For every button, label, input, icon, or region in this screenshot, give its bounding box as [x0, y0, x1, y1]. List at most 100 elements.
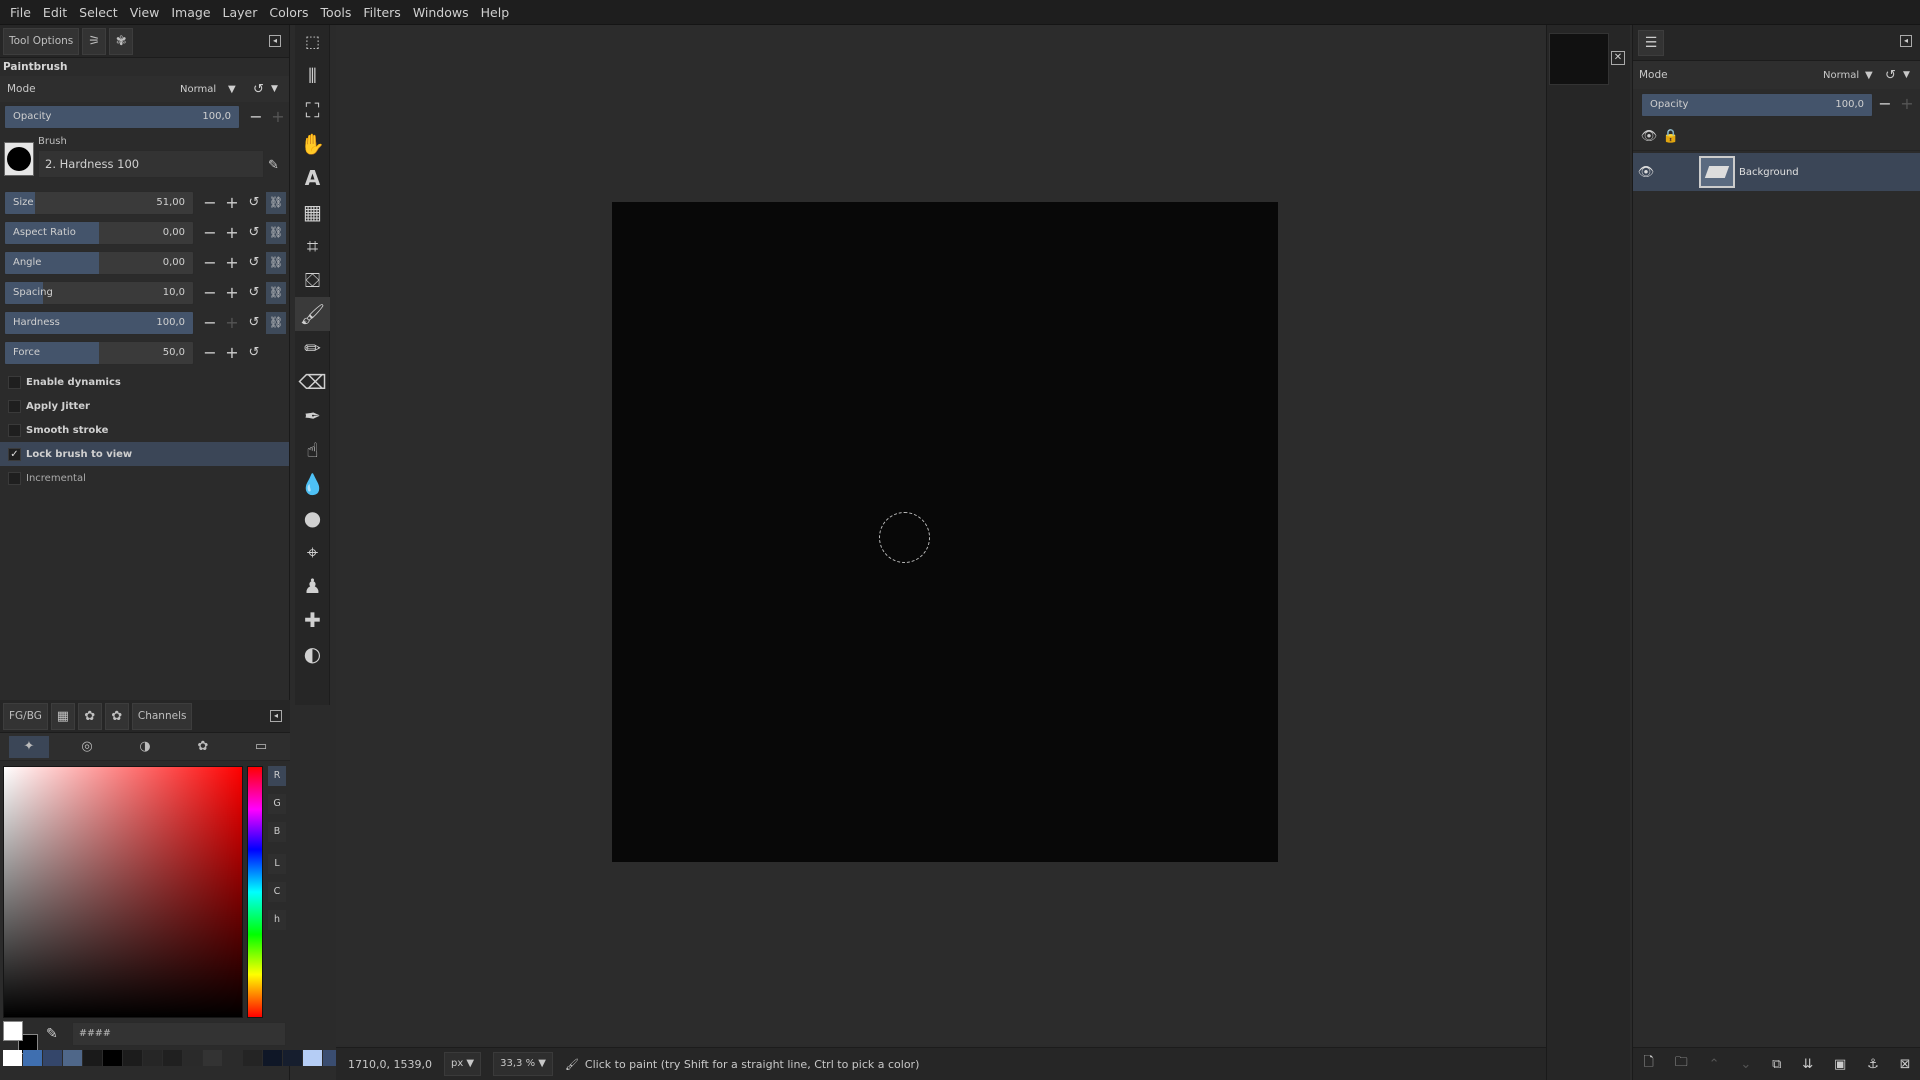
channel-B-button[interactable]: B: [268, 822, 286, 842]
levels-icon[interactable]: ◐: [295, 637, 330, 671]
brush-preview[interactable]: [4, 142, 34, 176]
option-apply-jitter[interactable]: Apply Jitter: [0, 394, 289, 418]
reset-icon[interactable]: ↺: [244, 282, 264, 304]
palette-swatch[interactable]: [103, 1050, 122, 1066]
opacity-slider[interactable]: Opacity 100,0: [4, 105, 240, 129]
tab-channels[interactable]: Channels: [131, 702, 193, 730]
airbrush-icon[interactable]: ✒: [295, 399, 330, 433]
palette-swatch[interactable]: [283, 1050, 302, 1066]
lock-icon[interactable]: 🔒: [1660, 129, 1682, 144]
cmyk-selector-icon[interactable]: ◎: [67, 736, 107, 758]
reset-icon[interactable]: ↺: [244, 192, 264, 214]
channel-R-button[interactable]: R: [268, 766, 286, 786]
pencil-icon[interactable]: ✏: [295, 331, 330, 365]
layer-row[interactable]: 👁 Background: [1633, 153, 1920, 191]
palette-swatch[interactable]: [223, 1050, 242, 1066]
gradient-icon[interactable]: ▦: [295, 195, 330, 229]
reset-icon[interactable]: ↺: [244, 252, 264, 274]
align-icon[interactable]: ⫴: [295, 59, 330, 93]
menu-help[interactable]: Help: [475, 0, 516, 25]
size-slider[interactable]: Size 51,00: [4, 191, 194, 215]
devices-tab-icon[interactable]: ⚞: [82, 27, 107, 55]
reset-icon[interactable]: ↺: [1885, 68, 1896, 83]
scales-selector-icon[interactable]: ▭: [241, 736, 281, 758]
brush-tab-icon[interactable]: ✿: [77, 702, 102, 730]
palette-swatch[interactable]: [303, 1050, 322, 1066]
palette-swatch[interactable]: [163, 1050, 182, 1066]
menu-select[interactable]: Select: [73, 0, 124, 25]
opacity-decrease-button[interactable]: −: [1875, 93, 1895, 115]
increase-button[interactable]: +: [222, 282, 242, 304]
channel-L-button[interactable]: L: [268, 854, 286, 874]
color-picker-icon[interactable]: ✎: [46, 1026, 58, 1042]
warp-transform-icon[interactable]: ✋: [295, 127, 330, 161]
checkbox[interactable]: [8, 423, 21, 437]
chevron-down-icon[interactable]: ▼: [271, 84, 278, 94]
dock-menu-icon[interactable]: ◂: [1900, 35, 1912, 47]
eye-icon[interactable]: 👁: [1638, 129, 1660, 144]
saturation-value-square[interactable]: [3, 766, 243, 1018]
reset-icon[interactable]: ↺: [253, 82, 264, 97]
layer-mode-select[interactable]: Normal: [1823, 70, 1859, 81]
increase-button[interactable]: +: [222, 252, 242, 274]
palette-swatch[interactable]: [243, 1050, 262, 1066]
eye-icon[interactable]: 👁: [1633, 165, 1659, 180]
rect-select-icon[interactable]: ⬚: [295, 25, 330, 59]
edit-brush-icon[interactable]: ✎: [268, 158, 279, 173]
gimp-selector-icon[interactable]: ✦: [9, 735, 49, 758]
add-mask-icon[interactable]: ▣: [1834, 1057, 1846, 1072]
increase-button[interactable]: +: [222, 222, 242, 244]
channel-C-button[interactable]: C: [268, 882, 286, 902]
eraser-icon[interactable]: ⌫: [295, 365, 330, 399]
reset-icon[interactable]: ↺: [244, 312, 264, 334]
palette-tab-icon[interactable]: ▦: [50, 702, 75, 730]
increase-button[interactable]: +: [222, 312, 242, 334]
dock-menu-icon[interactable]: ◂: [270, 710, 282, 722]
option-smooth-stroke[interactable]: Smooth stroke: [0, 418, 289, 442]
menu-colors[interactable]: Colors: [263, 0, 314, 25]
brushes-tab-icon[interactable]: ✾: [109, 27, 134, 55]
decrease-button[interactable]: −: [200, 342, 220, 364]
spacing-slider[interactable]: Spacing 10,0: [4, 281, 194, 305]
watercolor-selector-icon[interactable]: ✿: [183, 736, 223, 758]
palette-swatch[interactable]: [183, 1050, 202, 1066]
zoom-select[interactable]: 33,3 % ▼: [493, 1052, 553, 1076]
hex-input[interactable]: ####: [72, 1022, 286, 1046]
new-layer-icon[interactable]: 🗋: [1643, 1053, 1653, 1075]
delete-layer-icon[interactable]: ⊠: [1900, 1057, 1911, 1072]
menu-edit[interactable]: Edit: [37, 0, 73, 25]
smudge-icon[interactable]: ☝: [295, 433, 330, 467]
chevron-down-icon[interactable]: ▼: [228, 84, 236, 95]
duplicate-layer-icon[interactable]: ⧉: [1772, 1057, 1781, 1072]
chevron-down-icon[interactable]: ▼: [1865, 70, 1873, 81]
opacity-decrease-button[interactable]: −: [246, 106, 266, 128]
channel-h-button[interactable]: h: [268, 910, 286, 930]
option-lock-brush-to-view[interactable]: ✓ Lock brush to view: [0, 442, 289, 466]
foreground-color-swatch[interactable]: [3, 1021, 23, 1041]
hardness-slider[interactable]: Hardness 100,0: [4, 311, 194, 335]
navigation-preview[interactable]: [1549, 33, 1609, 85]
chevron-down-icon[interactable]: ▼: [1903, 70, 1910, 80]
palette-swatch[interactable]: [23, 1050, 42, 1066]
menu-tools[interactable]: Tools: [315, 0, 358, 25]
paths-icon[interactable]: ⌗: [295, 229, 330, 263]
dodge-burn-icon[interactable]: ●: [295, 501, 330, 535]
increase-button[interactable]: +: [222, 192, 242, 214]
palette-swatch[interactable]: [263, 1050, 282, 1066]
force-slider[interactable]: Force 50,0: [4, 341, 194, 365]
link-icon[interactable]: ⛓: [266, 222, 286, 244]
checkbox[interactable]: [8, 471, 21, 485]
crop-icon[interactable]: ⛶: [295, 93, 330, 127]
channel-G-button[interactable]: G: [268, 794, 286, 814]
brush-name-field[interactable]: 2. Hardness 100: [38, 150, 264, 178]
palette-swatch[interactable]: [143, 1050, 162, 1066]
decrease-button[interactable]: −: [200, 252, 220, 274]
close-icon[interactable]: ✕: [1611, 51, 1625, 65]
menu-layer[interactable]: Layer: [217, 0, 264, 25]
hue-strip[interactable]: [247, 766, 263, 1018]
image-canvas[interactable]: [612, 202, 1278, 862]
opacity-increase-button[interactable]: +: [1897, 93, 1917, 115]
tab-fgbg[interactable]: FG/BG: [3, 702, 48, 730]
bucket-fill-icon[interactable]: ⛋: [295, 263, 330, 297]
lower-layer-icon[interactable]: ⌄: [1740, 1057, 1751, 1072]
